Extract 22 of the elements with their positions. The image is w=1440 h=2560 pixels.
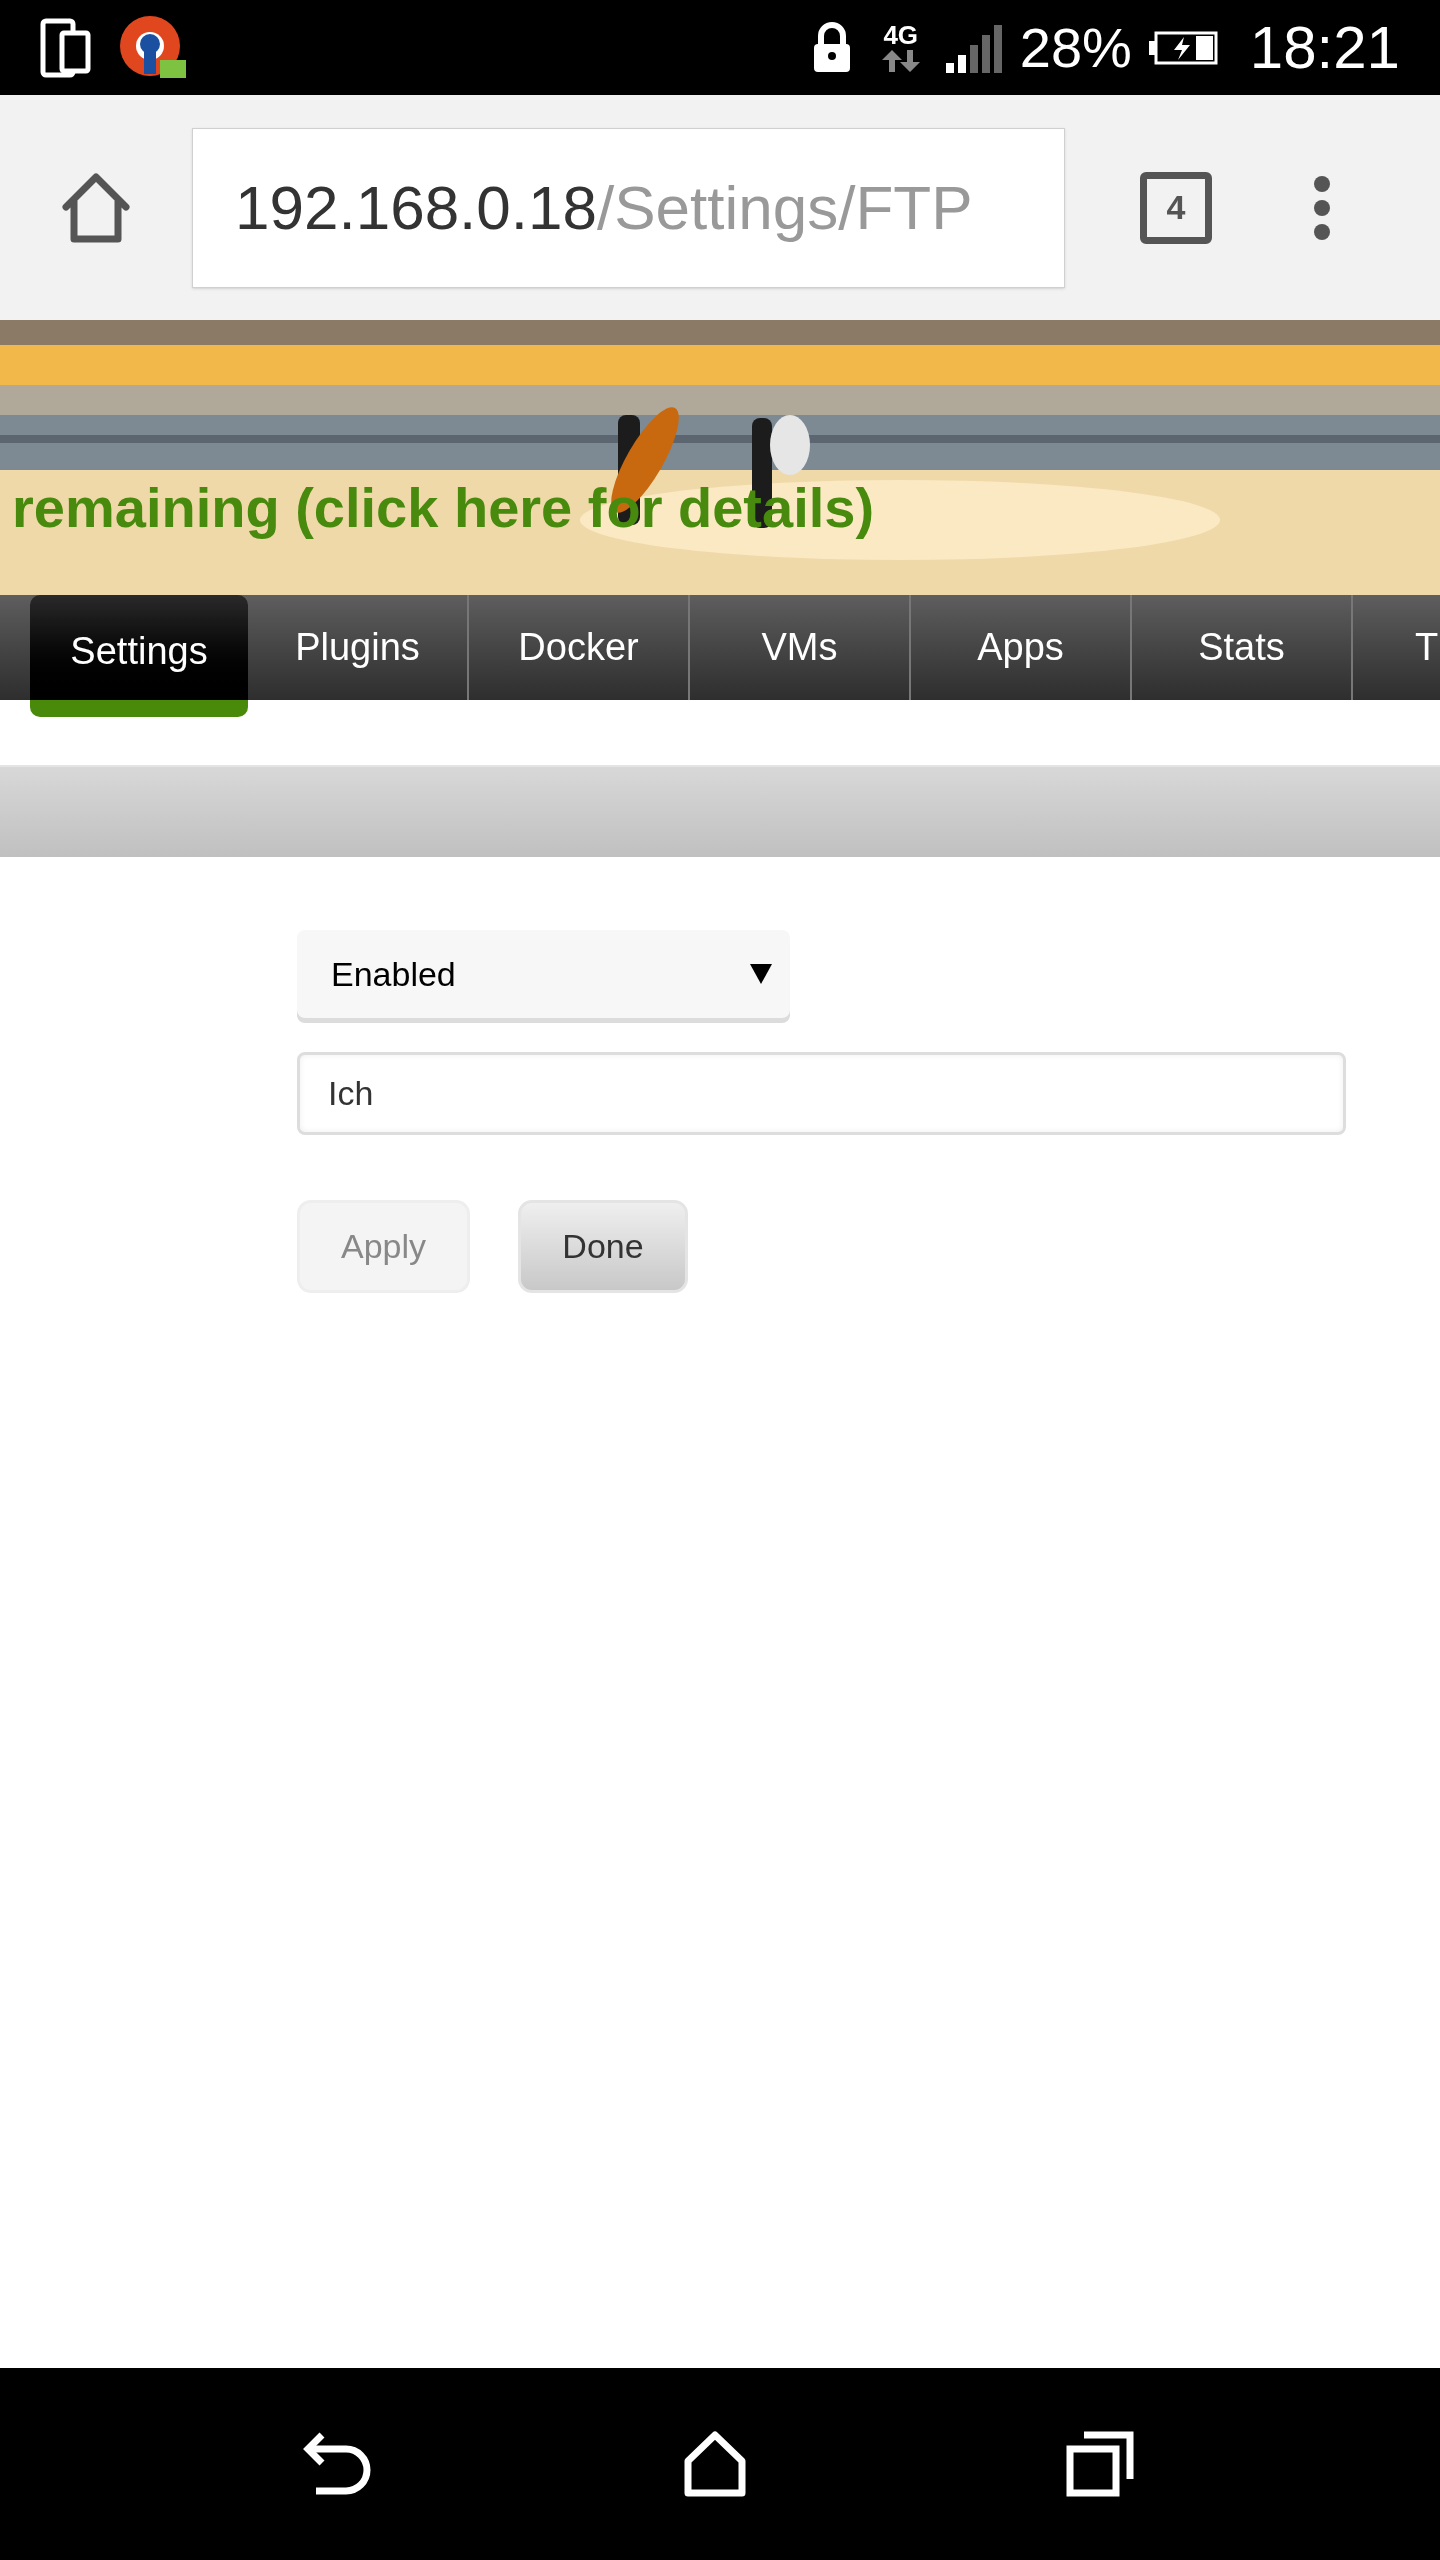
network-type-label: 4G: [883, 21, 919, 48]
text-input-field[interactable]: Ich: [297, 1052, 1346, 1135]
address-bar[interactable]: 192.168.0.18/Settings/FTP: [192, 127, 1065, 288]
nav-tab[interactable]: Plugins: [248, 595, 469, 700]
battery-charging-icon: [1147, 30, 1218, 65]
menu-icon[interactable]: [1312, 174, 1332, 241]
lock-icon: [811, 21, 852, 74]
battery-percent: 28%: [1019, 14, 1132, 81]
signal-icon: [945, 22, 1004, 73]
nav-tab[interactable]: VMs: [690, 595, 911, 700]
nav-tab[interactable]: Apps: [911, 595, 1132, 700]
phone-tablet-icon: [40, 17, 92, 78]
recent-apps-icon[interactable]: [1066, 2431, 1134, 2497]
form-button[interactable]: Done: [518, 1200, 688, 1293]
nav-tab[interactable]: Settings: [30, 595, 248, 717]
clock: 18:21: [1249, 12, 1400, 83]
home-icon[interactable]: [684, 2431, 746, 2497]
tab-switcher-button[interactable]: 4: [1140, 171, 1212, 244]
dropdown-caret-icon: [750, 964, 772, 984]
nav-tab[interactable]: T: [1353, 595, 1440, 700]
nav-tab[interactable]: Stats: [1132, 595, 1353, 700]
nav-tab[interactable]: Docker: [469, 595, 690, 700]
